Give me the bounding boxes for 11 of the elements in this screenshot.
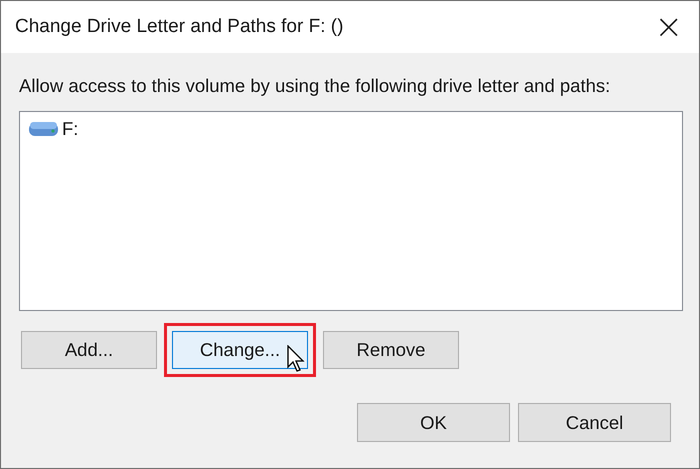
action-button[interactable]: Change... bbox=[172, 331, 308, 369]
instruction-text: Allow access to this volume by using the following drive letter and paths: bbox=[19, 75, 612, 97]
close-button[interactable]: × bbox=[650, 10, 687, 44]
drive-icon bbox=[28, 121, 59, 137]
action-button[interactable]: Remove bbox=[323, 331, 459, 369]
cursor-icon bbox=[287, 345, 305, 373]
list-item[interactable]: F: bbox=[62, 118, 78, 140]
dialog-button[interactable]: Cancel bbox=[518, 403, 671, 442]
dialog-button[interactable]: OK bbox=[357, 403, 510, 442]
action-button[interactable]: Add... bbox=[21, 331, 157, 369]
window-title: Change Drive Letter and Paths for F: () bbox=[15, 16, 344, 38]
